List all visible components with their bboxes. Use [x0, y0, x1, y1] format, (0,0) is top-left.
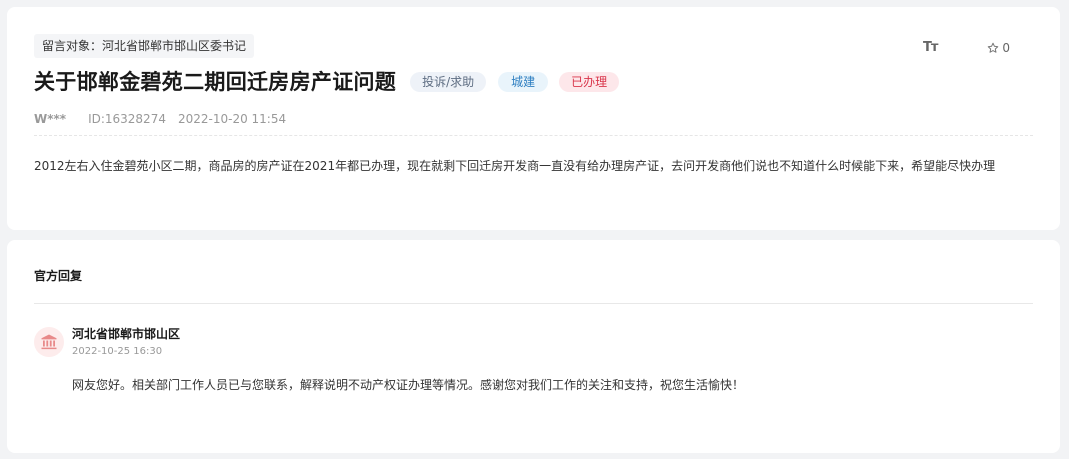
- government-building-icon: [41, 334, 57, 350]
- status-badge: 已办理: [559, 72, 620, 92]
- title-row: 关于邯郸金碧苑二期回迁房房产证问题 投诉/求助 城建 已办理: [34, 68, 620, 96]
- message-id: ID:16328274: [88, 112, 166, 126]
- avatar: [34, 327, 64, 357]
- star-outline-icon: [988, 42, 999, 53]
- reply-time: 2022-10-25 16:30: [72, 346, 163, 357]
- author-name: W***: [34, 112, 67, 126]
- favorite-count: 0: [1002, 40, 1010, 55]
- type-badge: 投诉/求助: [410, 72, 487, 92]
- toolbar: Tт 0: [923, 40, 1010, 55]
- message-time: 2022-10-20 11:54: [177, 112, 287, 126]
- message-card: 留言对象：河北省邯郸市邯山区委书记 Tт 0 关于邯郸金碧苑二期回迁房房产证问题…: [7, 7, 1060, 230]
- message-content: 2012左右入住金碧苑小区二期，商品房的房产证在2021年都已办理，现在就剩下回…: [34, 159, 996, 173]
- reply-section-title: 官方回复: [34, 269, 83, 283]
- replier-name: 河北省邯郸市邯山区: [72, 327, 181, 341]
- category-badge: 城建: [498, 72, 549, 92]
- font-size-icon[interactable]: Tт: [923, 40, 938, 55]
- favorite-button[interactable]: 0: [987, 41, 1010, 55]
- page-title: 关于邯郸金碧苑二期回迁房房产证问题: [34, 70, 397, 94]
- message-target: 留言对象：河北省邯郸市邯山区委书记: [34, 34, 255, 58]
- divider: [34, 303, 1033, 304]
- official-reply-card: 官方回复 河北省邯郸市邯山区 2022-10-25 16:30 网友您好。相关部…: [7, 240, 1060, 453]
- reply-content: 网友您好。相关部门工作人员已与您联系，解释说明不动产权证办理等情况。感谢您对我们…: [72, 378, 745, 392]
- message-meta: W*** ID:16328274 2022-10-20 11:54: [34, 111, 286, 127]
- divider: [34, 135, 1033, 136]
